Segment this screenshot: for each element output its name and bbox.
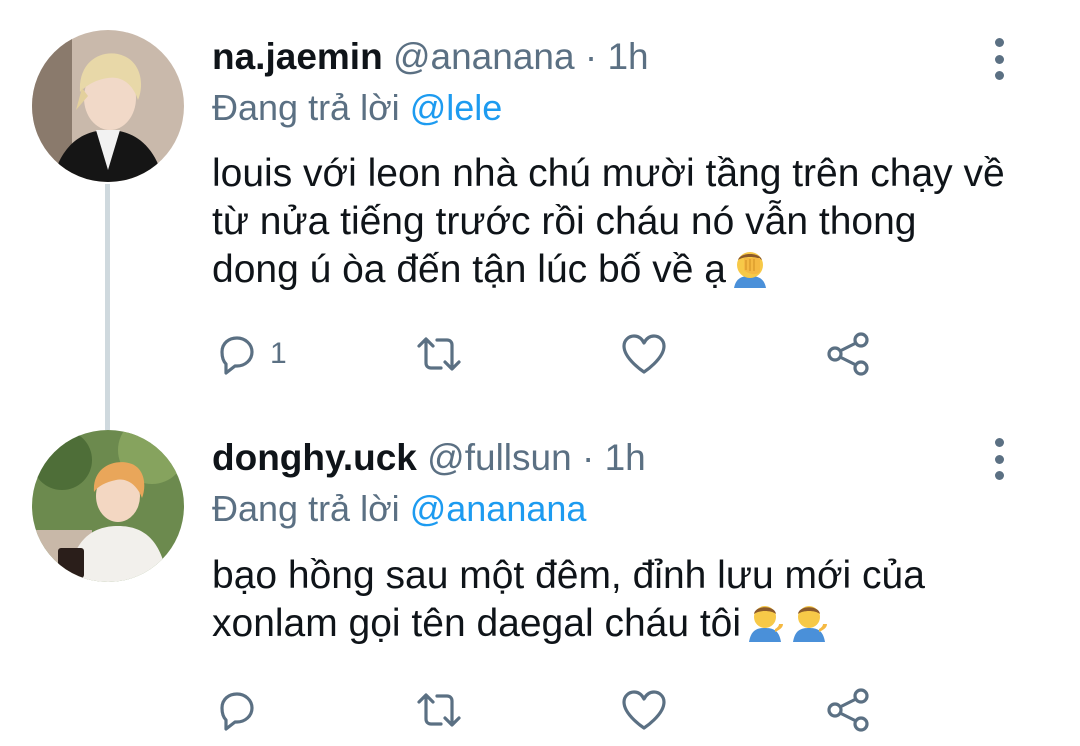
retweet-button[interactable] xyxy=(415,326,463,382)
tweet-text: bạo hồng sau một đêm, đỉnh lưu mới của x… xyxy=(212,552,1012,648)
tweet-text-content: louis với leon nhà chú mười tầng trên ch… xyxy=(212,152,1005,291)
tweet-1[interactable]: na.jaemin @ananana · 1h Đang trả lời @le… xyxy=(0,0,1080,430)
user-handle[interactable]: @fullsun xyxy=(427,437,572,478)
more-vertical-icon xyxy=(994,438,1004,447)
share-button[interactable] xyxy=(825,682,873,738)
share-icon xyxy=(827,332,869,376)
avatar[interactable] xyxy=(32,30,184,182)
share-button[interactable] xyxy=(825,326,873,382)
tweet-header: na.jaemin @ananana · 1h xyxy=(212,32,649,82)
reply-mention-link[interactable]: @ananana xyxy=(410,488,587,529)
tweet-header: donghy.uck @fullsun · 1h xyxy=(212,433,646,483)
like-button[interactable] xyxy=(620,326,668,382)
like-button[interactable] xyxy=(620,682,668,738)
more-options-button[interactable] xyxy=(984,38,1014,80)
reply-button[interactable] xyxy=(212,682,270,738)
reply-icon xyxy=(220,692,254,731)
reply-mention-link[interactable]: @lele xyxy=(410,87,503,128)
tweet-actions xyxy=(0,682,1080,738)
separator-dot: · xyxy=(581,437,595,478)
reply-button[interactable]: 1 xyxy=(212,326,287,382)
person-tipping-hand-emoji xyxy=(789,602,829,642)
more-vertical-icon xyxy=(994,38,1004,47)
replying-to: Đang trả lời @lele xyxy=(212,84,502,132)
replying-to-label: Đang trả lời xyxy=(212,488,400,529)
user-handle[interactable]: @ananana xyxy=(393,36,575,77)
tweet-actions: 1 xyxy=(0,326,1080,382)
timestamp[interactable]: 1h xyxy=(605,437,646,478)
retweet-icon xyxy=(417,337,461,371)
face-palm-emoji xyxy=(730,248,770,288)
timestamp[interactable]: 1h xyxy=(607,36,648,77)
more-options-button[interactable] xyxy=(984,438,1014,480)
share-icon xyxy=(827,688,869,732)
separator-dot: · xyxy=(584,36,598,77)
heart-icon xyxy=(622,690,666,730)
retweet-button[interactable] xyxy=(415,682,463,738)
person-tipping-hand-emoji xyxy=(745,602,785,642)
display-name[interactable]: donghy.uck xyxy=(212,437,417,478)
avatar[interactable] xyxy=(32,430,184,582)
reply-icon xyxy=(220,336,254,375)
replying-to-label: Đang trả lời xyxy=(212,87,400,128)
heart-icon xyxy=(622,334,666,374)
thread-connector-line xyxy=(105,184,110,430)
tweet-text: louis với leon nhà chú mười tầng trên ch… xyxy=(212,150,1012,294)
tweet-2[interactable]: donghy.uck @fullsun · 1h Đang trả lời @a… xyxy=(0,400,1080,746)
retweet-icon xyxy=(417,693,461,727)
display-name[interactable]: na.jaemin xyxy=(212,36,383,77)
reply-count: 1 xyxy=(270,337,287,370)
replying-to: Đang trả lời @ananana xyxy=(212,485,586,533)
